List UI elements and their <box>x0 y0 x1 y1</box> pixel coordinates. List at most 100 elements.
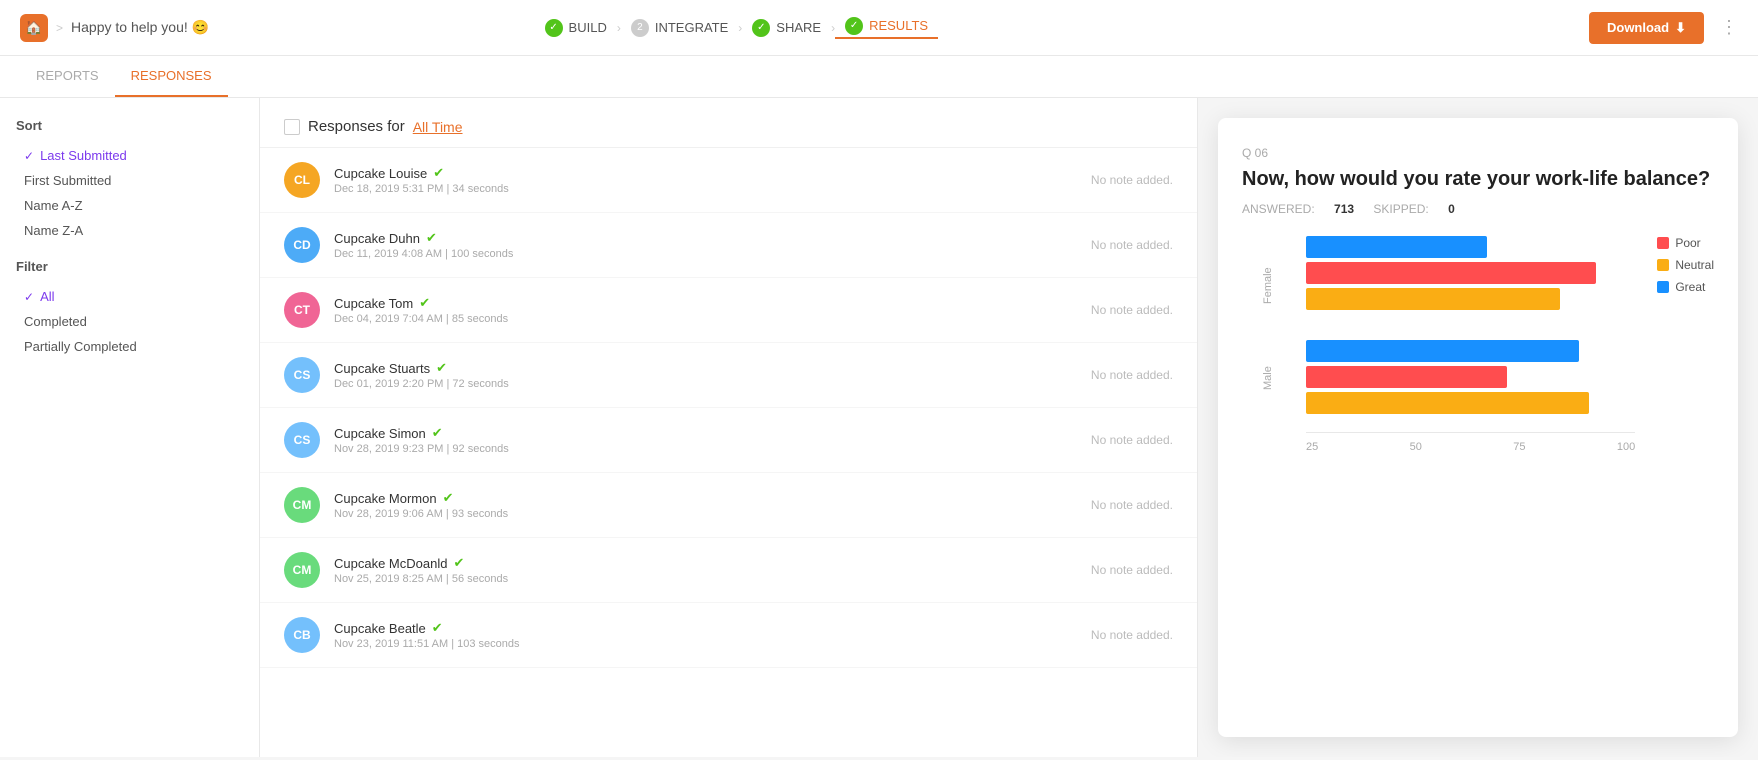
response-info-4: Cupcake Simon ✔ Nov 28, 2019 9:23 PM | 9… <box>334 425 1091 455</box>
responses-header-title: Responses for <box>308 118 405 135</box>
responses-header: Responses for All Time <box>260 98 1197 148</box>
response-item-3[interactable]: CS Cupcake Stuarts ✔ Dec 01, 2019 2:20 P… <box>260 343 1197 408</box>
integrate-num-icon: 2 <box>631 19 649 37</box>
chart-legend: Poor Neutral Great <box>1647 236 1714 294</box>
x-label-25: 25 <box>1306 441 1318 453</box>
sub-nav: REPORTS RESPONSES <box>0 56 1758 98</box>
response-name-5: Cupcake Mormon ✔ <box>334 490 1091 506</box>
chart-panel: Q 06 Now, how would you rate your work-l… <box>1218 118 1738 737</box>
pipeline-step-build[interactable]: ✓ BUILD <box>535 19 617 37</box>
response-item-6[interactable]: CM Cupcake McDoanld ✔ Nov 25, 2019 8:25 … <box>260 538 1197 603</box>
response-name-3: Cupcake Stuarts ✔ <box>334 360 1091 376</box>
sort-last-submitted[interactable]: ✓ Last Submitted <box>16 143 243 168</box>
breadcrumb-title: Happy to help you! 😊 <box>71 19 209 36</box>
response-item-4[interactable]: CS Cupcake Simon ✔ Nov 28, 2019 9:23 PM … <box>260 408 1197 473</box>
main-layout: Sort ✓ Last Submitted First Submitted Na… <box>0 98 1758 757</box>
share-check-icon: ✓ <box>752 19 770 37</box>
response-item-5[interactable]: CM Cupcake Mormon ✔ Nov 28, 2019 9:06 AM… <box>260 473 1197 538</box>
response-name-4: Cupcake Simon ✔ <box>334 425 1091 441</box>
male-poor-bar <box>1306 366 1507 388</box>
male-great-bar <box>1306 340 1579 362</box>
bars-area: 25 50 75 100 <box>1306 236 1635 453</box>
response-name-2: Cupcake Tom ✔ <box>334 295 1091 311</box>
x-label-100: 100 <box>1617 441 1635 453</box>
download-button[interactable]: Download ⬇ <box>1589 12 1704 44</box>
legend-poor-dot <box>1657 237 1669 249</box>
filter-partially-completed-label: Partially Completed <box>24 339 137 354</box>
response-note-6: No note added. <box>1091 563 1173 577</box>
tab-responses[interactable]: RESPONSES <box>115 56 228 97</box>
male-bar-neutral <box>1306 392 1635 414</box>
response-info-6: Cupcake McDoanld ✔ Nov 25, 2019 8:25 AM … <box>334 555 1091 585</box>
more-icon[interactable]: ⋮ <box>1720 17 1738 38</box>
filter-partially-completed[interactable]: Partially Completed <box>16 334 243 359</box>
nav-right: Download ⬇ ⋮ <box>1589 12 1738 44</box>
verified-icon-3: ✔ <box>436 360 447 376</box>
filter-all[interactable]: ✓ All <box>16 284 243 309</box>
share-label: SHARE <box>776 20 821 35</box>
avatar-0: CL <box>284 162 320 198</box>
tab-reports[interactable]: REPORTS <box>20 56 115 97</box>
response-item-0[interactable]: CL Cupcake Louise ✔ Dec 18, 2019 5:31 PM… <box>260 148 1197 213</box>
response-note-7: No note added. <box>1091 628 1173 642</box>
pipeline-step-share[interactable]: ✓ SHARE <box>742 19 831 37</box>
x-label-75: 75 <box>1513 441 1525 453</box>
female-poor-bar <box>1306 262 1596 284</box>
build-check-icon: ✓ <box>545 19 563 37</box>
response-info-1: Cupcake Duhn ✔ Dec 11, 2019 4:08 AM | 10… <box>334 230 1091 260</box>
male-neutral-bar <box>1306 392 1589 414</box>
sort-name-za[interactable]: Name Z-A <box>16 218 243 243</box>
results-check-icon: ✓ <box>845 17 863 35</box>
male-y-label: Male <box>1242 338 1294 418</box>
female-bar-neutral <box>1306 288 1635 310</box>
integrate-label: INTEGRATE <box>655 20 728 35</box>
response-item-1[interactable]: CD Cupcake Duhn ✔ Dec 11, 2019 4:08 AM |… <box>260 213 1197 278</box>
download-icon: ⬇ <box>1675 20 1686 36</box>
sort-last-submitted-label: Last Submitted <box>40 148 127 163</box>
filter-completed-label: Completed <box>24 314 87 329</box>
female-bar-great <box>1306 236 1635 258</box>
answered-label: ANSWERED: 713 <box>1242 202 1357 216</box>
pipeline-step-results[interactable]: ✓ RESULTS <box>835 17 938 39</box>
sidebar: Sort ✓ Last Submitted First Submitted Na… <box>0 98 260 757</box>
top-nav: 🏠 > Happy to help you! 😊 ✓ BUILD › 2 INT… <box>0 0 1758 56</box>
verified-icon-7: ✔ <box>432 620 443 636</box>
select-all-checkbox[interactable] <box>284 119 300 135</box>
response-info-3: Cupcake Stuarts ✔ Dec 01, 2019 2:20 PM |… <box>334 360 1091 390</box>
pipeline-step-integrate[interactable]: 2 INTEGRATE <box>621 19 738 37</box>
avatar-5: CM <box>284 487 320 523</box>
male-bar-great <box>1306 340 1635 362</box>
home-icon[interactable]: 🏠 <box>20 14 48 42</box>
filter-title: Filter <box>16 259 243 274</box>
legend-poor: Poor <box>1657 236 1714 250</box>
skipped-value: 0 <box>1448 202 1455 216</box>
verified-icon-6: ✔ <box>453 555 464 571</box>
response-info-0: Cupcake Louise ✔ Dec 18, 2019 5:31 PM | … <box>334 165 1091 195</box>
response-item-2[interactable]: CT Cupcake Tom ✔ Dec 04, 2019 7:04 AM | … <box>260 278 1197 343</box>
time-filter-link[interactable]: All Time <box>413 119 463 135</box>
download-label: Download <box>1607 20 1669 35</box>
responses-area: Responses for All Time CL Cupcake Louise… <box>260 98 1198 757</box>
response-note-4: No note added. <box>1091 433 1173 447</box>
answered-value: 713 <box>1334 202 1354 216</box>
response-info-5: Cupcake Mormon ✔ Nov 28, 2019 9:06 AM | … <box>334 490 1091 520</box>
legend-neutral-dot <box>1657 259 1669 271</box>
legend-neutral-label: Neutral <box>1675 258 1714 272</box>
response-date-0: Dec 18, 2019 5:31 PM | 34 seconds <box>334 183 1091 195</box>
female-bar-group <box>1306 236 1635 310</box>
response-date-3: Dec 01, 2019 2:20 PM | 72 seconds <box>334 378 1091 390</box>
male-bar-group <box>1306 340 1635 414</box>
sort-check-icon: ✓ <box>24 149 34 163</box>
legend-great-dot <box>1657 281 1669 293</box>
response-note-2: No note added. <box>1091 303 1173 317</box>
response-item-7[interactable]: CB Cupcake Beatle ✔ Nov 23, 2019 11:51 A… <box>260 603 1197 668</box>
response-date-5: Nov 28, 2019 9:06 AM | 93 seconds <box>334 508 1091 520</box>
filter-check-icon: ✓ <box>24 290 34 304</box>
sort-first-submitted[interactable]: First Submitted <box>16 168 243 193</box>
avatar-1: CD <box>284 227 320 263</box>
group-separator <box>1306 328 1635 340</box>
sort-name-az[interactable]: Name A-Z <box>16 193 243 218</box>
filter-completed[interactable]: Completed <box>16 309 243 334</box>
verified-icon-4: ✔ <box>432 425 443 441</box>
response-date-7: Nov 23, 2019 11:51 AM | 103 seconds <box>334 638 1091 650</box>
